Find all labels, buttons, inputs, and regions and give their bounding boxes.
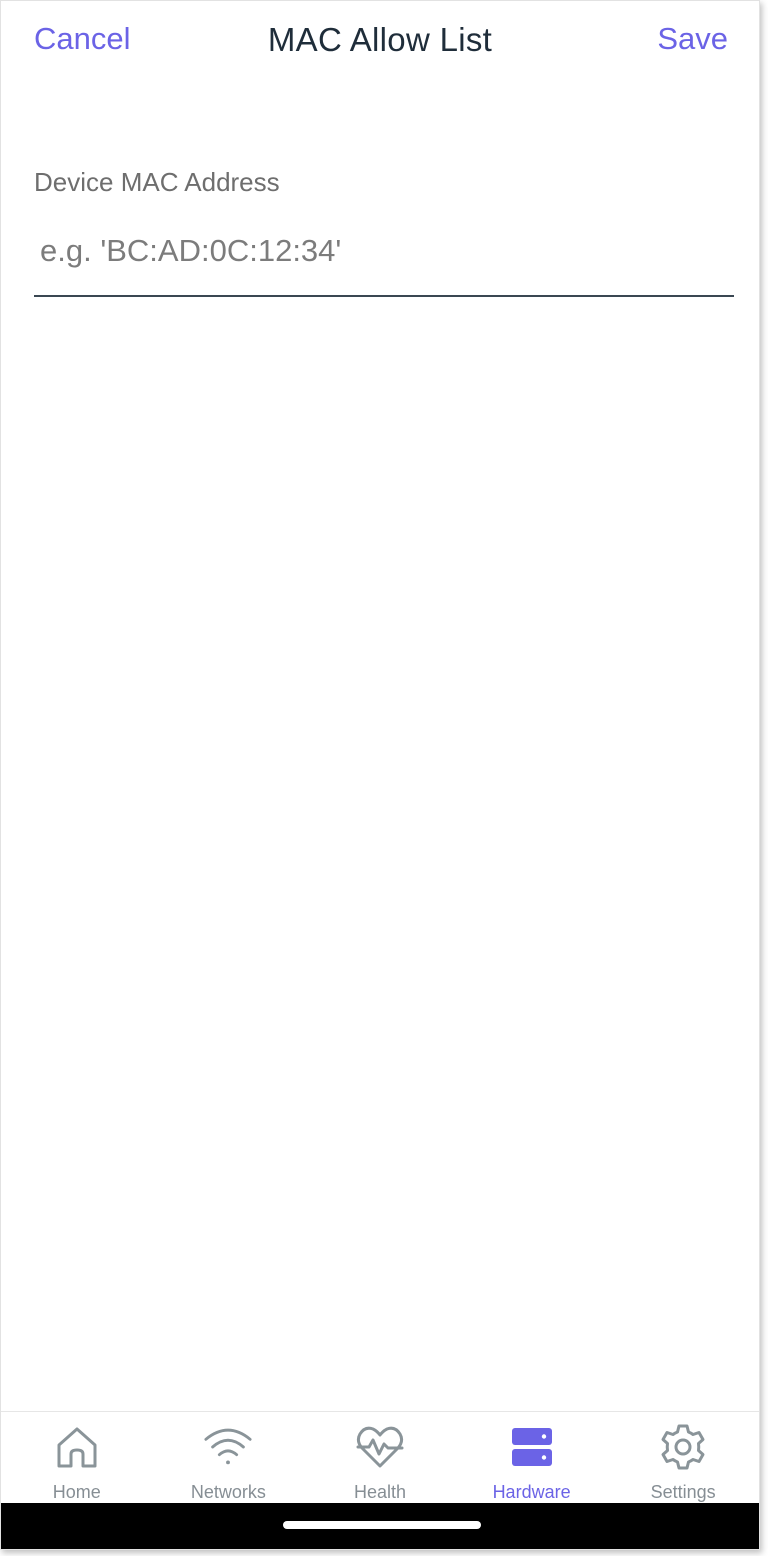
tab-hardware-label: Hardware — [492, 1482, 571, 1502]
save-button[interactable]: Save — [657, 21, 728, 57]
wifi-icon — [203, 1422, 253, 1472]
tab-hardware[interactable]: Hardware — [456, 1412, 608, 1504]
tab-networks-label: Networks — [190, 1482, 266, 1502]
mac-address-label: Device MAC Address — [34, 167, 280, 197]
tab-bar: Home Networks Health Hardware Settings — [1, 1411, 759, 1504]
server-icon — [507, 1422, 557, 1472]
tab-home-label: Home — [52, 1482, 101, 1502]
mac-address-input[interactable] — [34, 221, 734, 297]
navigation-bar: Cancel MAC Allow List Save — [1, 1, 759, 85]
home-indicator-area — [1, 1503, 759, 1549]
home-icon — [52, 1422, 102, 1472]
tab-health-label: Health — [353, 1482, 406, 1502]
heart-pulse-icon — [355, 1422, 405, 1472]
tab-settings-label: Settings — [650, 1482, 716, 1502]
tab-settings[interactable]: Settings — [607, 1412, 759, 1504]
page-title: MAC Allow List — [267, 21, 493, 58]
tab-networks[interactable]: Networks — [153, 1412, 305, 1504]
gear-icon — [658, 1422, 708, 1472]
app-screen: Cancel MAC Allow List Save Device MAC Ad… — [0, 0, 760, 1550]
home-indicator[interactable] — [283, 1521, 481, 1529]
tab-health[interactable]: Health — [304, 1412, 456, 1504]
tab-home[interactable]: Home — [1, 1412, 153, 1504]
